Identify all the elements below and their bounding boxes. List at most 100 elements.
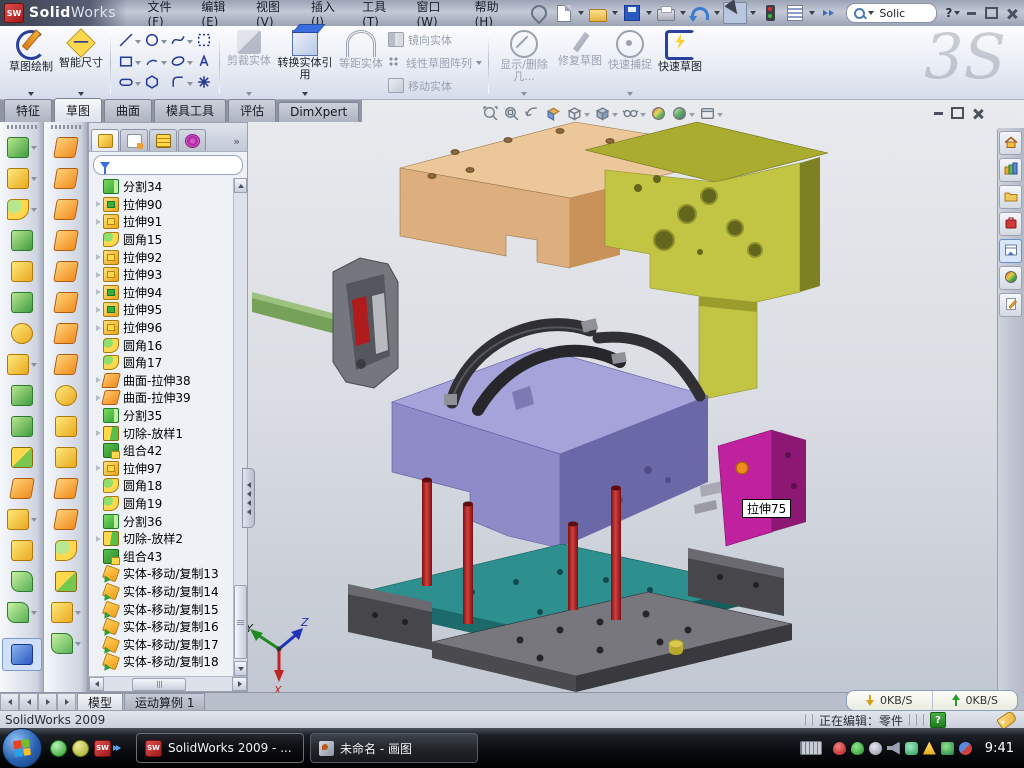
features-split-button[interactable] xyxy=(3,411,41,442)
smartdim-button[interactable]: 智能尺寸 xyxy=(56,28,106,98)
rectangle-tool-button[interactable] xyxy=(117,52,142,73)
tree-item[interactable]: 分割34 xyxy=(93,178,233,196)
solidworks-icon[interactable]: SW xyxy=(94,740,111,757)
tree-item[interactable]: 圆角15 xyxy=(93,231,233,249)
expand-arrow-icon[interactable] xyxy=(93,307,103,313)
expand-arrow-icon[interactable] xyxy=(93,254,103,260)
panel-splitter-handle[interactable] xyxy=(242,468,255,528)
taskbar-clock[interactable]: 9:41 xyxy=(985,741,1014,756)
expand-arrow-icon[interactable] xyxy=(93,289,103,295)
menu-item-4[interactable]: 工具(T) xyxy=(352,0,406,26)
graphics-area[interactable]: Y Z X 拉伸75 xyxy=(248,100,1024,692)
appearances-scenes-button[interactable] xyxy=(999,266,1022,290)
open-button[interactable] xyxy=(587,3,609,23)
menu-item-0[interactable]: 文件(F) xyxy=(137,0,191,26)
model-part-clamp[interactable] xyxy=(333,258,398,388)
features-mirror-bodies-button[interactable] xyxy=(3,380,41,411)
model-view[interactable]: Y Z X xyxy=(248,100,1024,692)
network-icon[interactable] xyxy=(959,742,972,755)
features-move-copy-body-button[interactable] xyxy=(3,473,41,504)
features-linear-pattern-button[interactable] xyxy=(3,349,41,380)
doc-tab-模型[interactable]: 模型 xyxy=(77,693,123,711)
scroll-right-button[interactable] xyxy=(232,677,247,691)
panel-chevron[interactable]: » xyxy=(228,135,245,151)
tree-item[interactable]: 拉伸92 xyxy=(93,248,233,266)
features-hole-wizard-button[interactable] xyxy=(3,318,41,349)
polygon-tool-button[interactable] xyxy=(143,73,168,94)
scrollbar-thumb[interactable] xyxy=(234,585,247,659)
design-library-button[interactable] xyxy=(999,158,1022,182)
surfaces-planar-surface-button[interactable] xyxy=(47,318,85,349)
doc-minimize-icon[interactable] xyxy=(934,112,943,115)
tree-item[interactable]: 组合43 xyxy=(93,547,233,565)
rapid-button[interactable]: 快速草图 xyxy=(655,28,705,98)
options-button[interactable] xyxy=(784,3,806,23)
zoom-to-fit-button[interactable] xyxy=(482,105,499,125)
section-view-button[interactable] xyxy=(545,105,562,125)
print-button[interactable] xyxy=(655,3,677,23)
volume-icon[interactable] xyxy=(887,742,900,755)
messenger-icon[interactable] xyxy=(50,740,67,757)
features-extruded-cut-button[interactable] xyxy=(3,163,41,194)
keyboard-layout-icon[interactable] xyxy=(800,741,822,755)
restore-button[interactable] xyxy=(982,5,1000,21)
spline-tool-button[interactable] xyxy=(169,31,194,52)
features-reference-geometry-button[interactable] xyxy=(3,504,41,535)
circle-tool-button[interactable] xyxy=(143,31,168,52)
apply-scene-button[interactable] xyxy=(671,105,695,125)
tree-vertical-scrollbar[interactable] xyxy=(233,178,247,676)
doc-restore-icon[interactable] xyxy=(951,107,964,119)
ellipse-tool-button[interactable] xyxy=(169,52,194,73)
arc-tool-button[interactable] xyxy=(143,52,168,73)
media-icon[interactable] xyxy=(72,740,89,757)
tree-item[interactable]: 圆角19 xyxy=(93,495,233,513)
file-explorer-button[interactable] xyxy=(999,185,1022,209)
save-button[interactable] xyxy=(621,3,643,23)
pin-button[interactable] xyxy=(528,3,550,23)
search-box[interactable] xyxy=(846,3,937,23)
tree-item[interactable]: 圆角17 xyxy=(93,354,233,372)
scroll-up-button[interactable] xyxy=(234,178,247,193)
surfaces-untrim-surface-button[interactable] xyxy=(47,411,85,442)
surfaces-dome-button[interactable] xyxy=(47,566,85,597)
tree-item[interactable]: 实体-移动/复制15 xyxy=(93,600,233,618)
tree-item[interactable]: 实体-移动/复制18 xyxy=(93,653,233,671)
close-button[interactable] xyxy=(1002,5,1020,21)
tree-item[interactable]: 拉伸95 xyxy=(93,301,233,319)
scroll-down-button[interactable] xyxy=(234,661,247,676)
new-button[interactable] xyxy=(553,3,575,23)
surfaces-boundary-surface-button[interactable] xyxy=(47,256,85,287)
tree-item[interactable]: 切除-放样2 xyxy=(93,530,233,548)
model-part-ejector-bar[interactable] xyxy=(252,292,336,334)
surfaces-offset-surface-button[interactable] xyxy=(47,349,85,380)
model-part-insert-block[interactable] xyxy=(718,430,806,546)
sketch-button[interactable]: 草图绘制 xyxy=(6,28,56,98)
features-instant3d-button[interactable] xyxy=(2,638,42,671)
antivirus-icon[interactable] xyxy=(833,742,846,755)
features-combine-button[interactable] xyxy=(3,442,41,473)
sketch-fillet-tool-button[interactable] xyxy=(169,73,194,94)
view-settings-button[interactable] xyxy=(699,105,723,125)
tree-item[interactable]: 拉伸90 xyxy=(93,196,233,214)
tree-item[interactable]: 曲面-拉伸39 xyxy=(93,389,233,407)
menu-item-5[interactable]: 窗口(W) xyxy=(406,0,464,26)
features-extruded-boss-button[interactable] xyxy=(3,132,41,163)
tab-configurationmanager[interactable] xyxy=(149,129,177,151)
view-palette-button[interactable] xyxy=(999,239,1022,263)
doc-nav-prev-button[interactable] xyxy=(19,693,38,711)
security-icon[interactable] xyxy=(851,742,864,755)
zoom-to-area-button[interactable] xyxy=(503,105,520,125)
surfaces-swept-surface-button[interactable] xyxy=(47,194,85,225)
edit-appearance-button[interactable] xyxy=(650,105,667,125)
doc-nav-last-button[interactable] xyxy=(57,693,76,711)
expand-arrow-icon[interactable] xyxy=(93,536,103,542)
tree-item[interactable]: 组合42 xyxy=(93,442,233,460)
view-orientation-button[interactable] xyxy=(566,105,590,125)
overflow-button[interactable] xyxy=(818,3,840,23)
expand-arrow-icon[interactable] xyxy=(93,272,103,278)
tree-item[interactable]: 拉伸94 xyxy=(93,284,233,302)
network-speed-widget[interactable]: 0KB/S 0KB/S xyxy=(846,690,1018,711)
tab-评估[interactable]: 评估 xyxy=(228,99,276,122)
search-button[interactable] xyxy=(999,212,1022,236)
select-button[interactable] xyxy=(723,2,747,24)
